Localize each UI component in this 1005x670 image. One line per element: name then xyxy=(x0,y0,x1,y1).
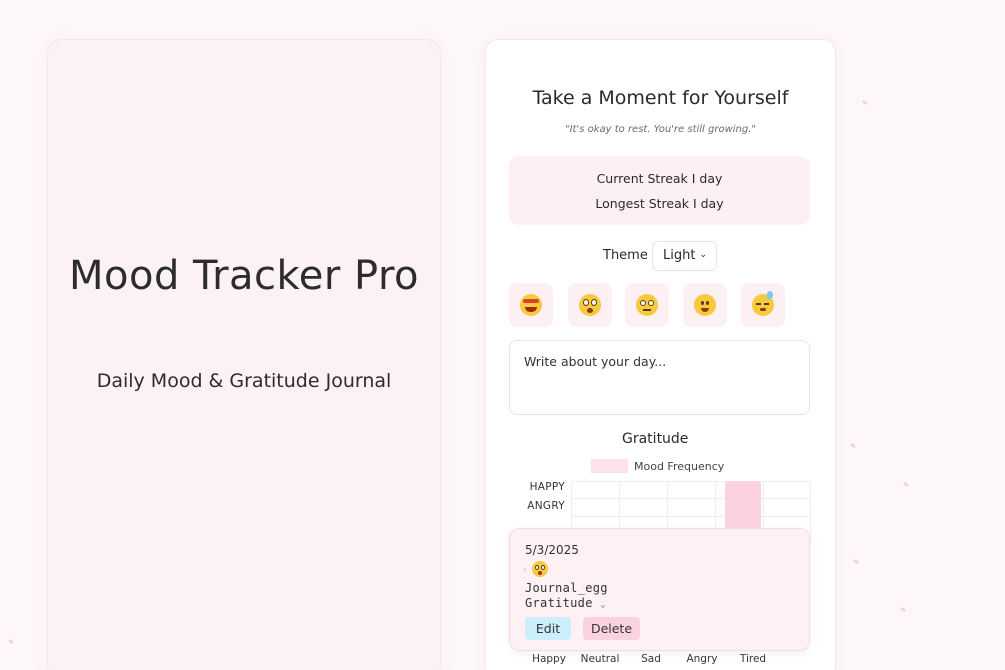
petal-decoration xyxy=(899,606,907,613)
grid-line xyxy=(571,516,810,517)
y-tick-label: ANGRY xyxy=(527,500,565,512)
entry-date: 5/3/2025 xyxy=(525,543,579,557)
theme-label: Theme xyxy=(603,248,648,263)
chevron-down-icon: ⌄ xyxy=(699,250,707,260)
current-streak: Current Streak I day xyxy=(596,171,723,186)
surprised-face-icon xyxy=(532,561,548,577)
petal-decoration xyxy=(902,481,910,488)
x-tick-label: Happy xyxy=(532,653,566,665)
journal-placeholder: Write about your day... xyxy=(524,354,667,369)
petal-decoration xyxy=(861,99,869,106)
journal-entry-card: 5/3/2025 ‹ Journal_egg Gratitude ⌄ Edit … xyxy=(509,528,810,651)
theme-select[interactable]: Light ⌄ xyxy=(652,241,717,271)
x-tick-label: Sad xyxy=(641,653,661,665)
entry-journal-text: Journal_egg xyxy=(525,581,608,595)
x-tick-label: Neutral xyxy=(580,653,620,665)
petal-decoration xyxy=(7,638,15,645)
chevron-down-icon: ⌄ xyxy=(600,600,606,610)
petal-decoration xyxy=(849,442,857,449)
mood-button-neutral[interactable] xyxy=(568,283,612,327)
surprised-face-icon xyxy=(579,294,601,316)
hero-panel: Mood Tracker Pro Daily Mood & Gratitude … xyxy=(48,40,440,670)
app-subtitle: Daily Mood & Gratitude Journal xyxy=(96,370,392,392)
worried-face-icon xyxy=(636,294,658,316)
x-tick-label: Tired xyxy=(739,653,767,665)
entry-gratitude-text: Gratitude ⌄ xyxy=(525,596,606,610)
petal-decoration xyxy=(852,558,860,565)
journal-card: Take a Moment for Yourself "It's okay to… xyxy=(486,40,835,670)
edit-button[interactable]: Edit xyxy=(525,617,571,640)
mood-button-sad[interactable] xyxy=(625,283,669,327)
longest-streak: Longest Streak I day xyxy=(595,196,724,211)
card-title: Take a Moment for Yourself xyxy=(532,87,789,109)
legend-swatch xyxy=(591,459,628,473)
gratitude-label: Gratitude xyxy=(622,431,689,447)
mood-button-tired[interactable] xyxy=(741,283,785,327)
delete-button[interactable]: Delete xyxy=(583,617,640,640)
streak-panel: Current Streak I day Longest Streak I da… xyxy=(509,156,810,225)
smiling-face-icon xyxy=(694,294,716,316)
happy-face-icon xyxy=(520,294,542,316)
grid-line xyxy=(571,481,810,482)
legend-label: Mood Frequency xyxy=(634,460,725,473)
theme-value: Light xyxy=(663,248,696,263)
app-title: Mood Tracker Pro xyxy=(68,253,420,299)
sleepy-face-icon xyxy=(752,291,774,316)
mood-button-happy[interactable] xyxy=(509,283,553,327)
mood-button-angry[interactable] xyxy=(683,283,727,327)
y-tick-label: HAPPY xyxy=(529,481,565,493)
x-tick-label: Angry xyxy=(686,653,718,665)
grid-line xyxy=(571,498,810,499)
chevron-left-icon: ‹ xyxy=(523,565,527,574)
bar-angry xyxy=(725,481,761,529)
motivational-quote: "It's okay to rest. You're still growing… xyxy=(564,124,756,135)
journal-input[interactable]: Write about your day... xyxy=(509,340,810,415)
grid-line xyxy=(810,481,811,541)
